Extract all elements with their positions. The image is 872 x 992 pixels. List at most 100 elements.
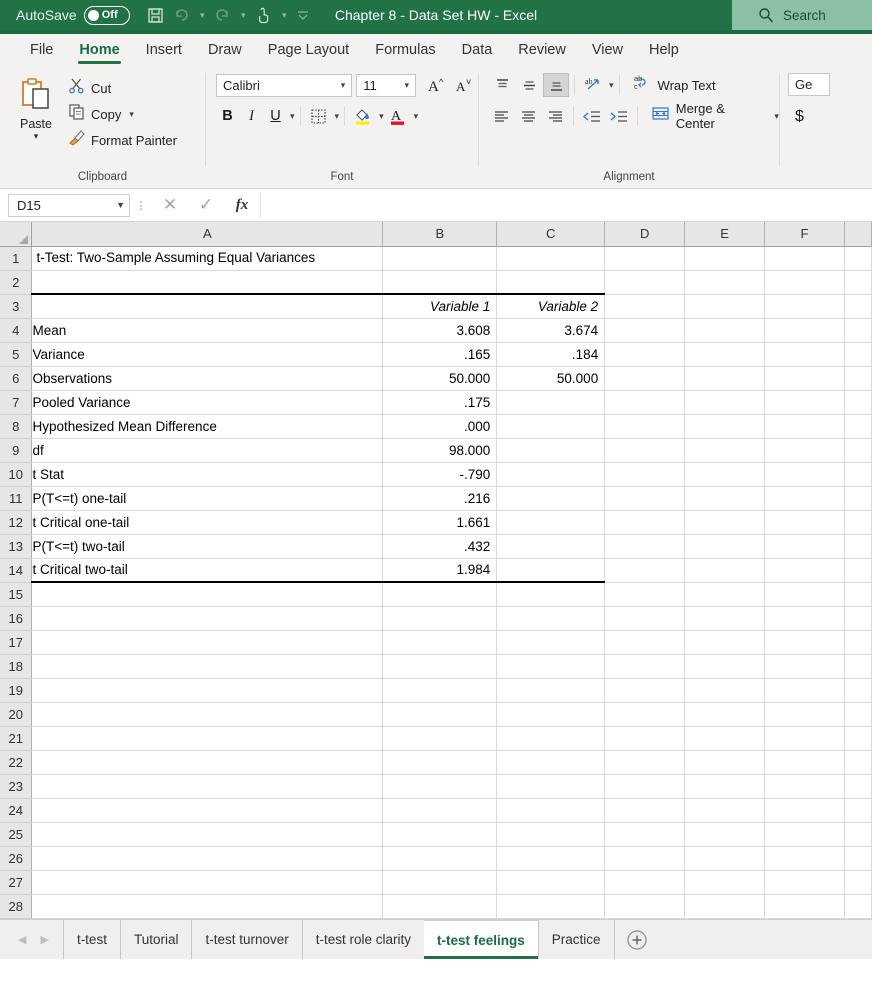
- cell-D14[interactable]: [605, 558, 685, 582]
- row-header[interactable]: 9: [0, 438, 32, 462]
- ribbon-tab-review[interactable]: Review: [506, 39, 578, 66]
- cell-B10[interactable]: -.790: [383, 462, 497, 486]
- cell-C9[interactable]: [497, 438, 605, 462]
- cell-E25[interactable]: [685, 822, 765, 846]
- cell-F6[interactable]: [765, 366, 845, 390]
- cell-B22[interactable]: [383, 750, 497, 774]
- cell-G9[interactable]: [844, 438, 871, 462]
- cell-B13[interactable]: .432: [383, 534, 497, 558]
- chevron-down-icon[interactable]: ▾: [338, 80, 349, 91]
- cell-A10[interactable]: t Stat: [32, 462, 383, 486]
- cell-F5[interactable]: [765, 342, 845, 366]
- cell-C15[interactable]: [497, 582, 605, 606]
- cell-D17[interactable]: [605, 630, 685, 654]
- cell-G12[interactable]: [844, 510, 871, 534]
- currency-format-button[interactable]: $: [788, 105, 811, 129]
- column-header-c[interactable]: C: [497, 222, 605, 246]
- cell-F8[interactable]: [765, 414, 845, 438]
- cell-C24[interactable]: [497, 798, 605, 822]
- cell-B27[interactable]: [383, 870, 497, 894]
- cell-B25[interactable]: [383, 822, 497, 846]
- row-header[interactable]: 13: [0, 534, 32, 558]
- cell-D28[interactable]: [605, 894, 685, 918]
- cell-C12[interactable]: [497, 510, 605, 534]
- cell-A13[interactable]: P(T<=t) two-tail: [32, 534, 383, 558]
- cell-D2[interactable]: [605, 270, 685, 294]
- cell-A1[interactable]: t-Test: Two-Sample Assuming Equal Varian…: [32, 246, 383, 270]
- cell-E4[interactable]: [685, 318, 765, 342]
- cell-F7[interactable]: [765, 390, 845, 414]
- cell-E12[interactable]: [685, 510, 765, 534]
- cell-D15[interactable]: [605, 582, 685, 606]
- cell-B3[interactable]: Variable 1: [383, 294, 497, 318]
- cell-E3[interactable]: [685, 294, 765, 318]
- cell-F25[interactable]: [765, 822, 845, 846]
- row-header[interactable]: 15: [0, 582, 32, 606]
- cell-G17[interactable]: [844, 630, 871, 654]
- cell-A4[interactable]: Mean: [32, 318, 383, 342]
- row-header[interactable]: 8: [0, 414, 32, 438]
- touch-mode-icon[interactable]: [252, 3, 276, 27]
- cell-E24[interactable]: [685, 798, 765, 822]
- cell-D23[interactable]: [605, 774, 685, 798]
- cell-A15[interactable]: [32, 582, 383, 606]
- cell-B18[interactable]: [383, 654, 497, 678]
- autosave-switch[interactable]: Off: [84, 6, 130, 25]
- copy-dropdown-icon[interactable]: ▾: [129, 109, 134, 120]
- cell-E2[interactable]: [685, 270, 765, 294]
- cell-E9[interactable]: [685, 438, 765, 462]
- row-header[interactable]: 5: [0, 342, 32, 366]
- select-all-corner[interactable]: [0, 222, 32, 246]
- column-header-a[interactable]: A: [32, 222, 383, 246]
- cell-E21[interactable]: [685, 726, 765, 750]
- cell-G7[interactable]: [844, 390, 871, 414]
- cell-A28[interactable]: [32, 894, 383, 918]
- fill-color-icon[interactable]: [350, 104, 376, 128]
- cell-E6[interactable]: [685, 366, 765, 390]
- cell-D10[interactable]: [605, 462, 685, 486]
- redo-icon[interactable]: [211, 3, 235, 27]
- cell-B1[interactable]: [383, 246, 497, 270]
- cell-G20[interactable]: [844, 702, 871, 726]
- row-header[interactable]: 28: [0, 894, 32, 918]
- cell-G1[interactable]: [844, 246, 871, 270]
- redo-dropdown-icon[interactable]: ▾: [237, 3, 250, 27]
- underline-button[interactable]: U: [264, 104, 287, 128]
- cell-D18[interactable]: [605, 654, 685, 678]
- confirm-entry-icon[interactable]: ✓: [188, 192, 224, 218]
- cell-F19[interactable]: [765, 678, 845, 702]
- align-center-icon[interactable]: [516, 104, 542, 128]
- cell-D8[interactable]: [605, 414, 685, 438]
- row-header[interactable]: 24: [0, 798, 32, 822]
- cell-G16[interactable]: [844, 606, 871, 630]
- cell-C23[interactable]: [497, 774, 605, 798]
- cell-A29[interactable]: [32, 918, 383, 919]
- cell-G18[interactable]: [844, 654, 871, 678]
- format-painter-button[interactable]: Format Painter: [68, 129, 177, 151]
- cell-D4[interactable]: [605, 318, 685, 342]
- cell-A21[interactable]: [32, 726, 383, 750]
- cell-F12[interactable]: [765, 510, 845, 534]
- cell-D6[interactable]: [605, 366, 685, 390]
- number-format-combo[interactable]: Ge: [788, 73, 830, 96]
- cell-G10[interactable]: [844, 462, 871, 486]
- borders-icon[interactable]: [306, 104, 332, 128]
- cell-E13[interactable]: [685, 534, 765, 558]
- cell-C4[interactable]: 3.674: [497, 318, 605, 342]
- cell-D29[interactable]: [605, 918, 685, 919]
- sheet-tab-tutorial[interactable]: Tutorial: [120, 920, 192, 959]
- align-right-icon[interactable]: [543, 104, 569, 128]
- cell-D13[interactable]: [605, 534, 685, 558]
- row-header[interactable]: 7: [0, 390, 32, 414]
- column-header-f[interactable]: F: [765, 222, 845, 246]
- cell-D7[interactable]: [605, 390, 685, 414]
- cell-C6[interactable]: 50.000: [497, 366, 605, 390]
- cell-C25[interactable]: [497, 822, 605, 846]
- cell-A9[interactable]: df: [32, 438, 383, 462]
- cell-E17[interactable]: [685, 630, 765, 654]
- sheet-tab-practice[interactable]: Practice: [538, 920, 615, 959]
- ribbon-tab-home[interactable]: Home: [67, 39, 131, 66]
- cell-B19[interactable]: [383, 678, 497, 702]
- sheet-tab-t-test[interactable]: t-test: [63, 920, 120, 959]
- cell-F17[interactable]: [765, 630, 845, 654]
